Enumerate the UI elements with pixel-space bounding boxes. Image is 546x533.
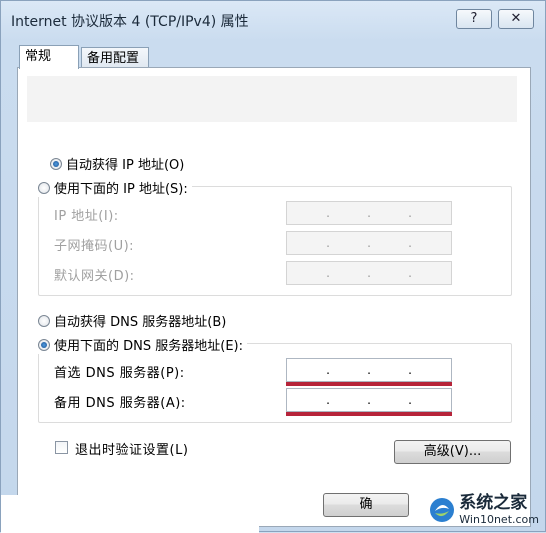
manual-dns-label: 使用下面的 DNS 服务器地址(E): — [54, 339, 243, 354]
auto-dns-option[interactable]: 自动获得 DNS 服务器地址(B) — [38, 311, 231, 330]
alternate-dns-label: 备用 DNS 服务器(A): — [54, 396, 186, 411]
advanced-button[interactable]: 高级(V)... — [394, 440, 511, 464]
close-icon: ✕ — [510, 11, 522, 26]
auto-dns-label: 自动获得 DNS 服务器地址(B) — [54, 315, 227, 330]
manual-ip-label: 使用下面的 IP 地址(S): — [54, 182, 188, 197]
auto-ip-radio[interactable] — [50, 157, 62, 170]
help-button[interactable]: ? — [456, 9, 492, 29]
validate-on-exit-label: 退出时验证设置(L) — [75, 443, 189, 458]
ok-button[interactable]: 确 — [323, 493, 409, 517]
tab-alternate-config-label: 备用配置 — [87, 51, 140, 66]
blurred-overlay — [1, 495, 259, 533]
auto-ip-option[interactable]: 自动获得 IP 地址(O) — [50, 154, 189, 173]
watermark-url: Win10net.com — [459, 513, 539, 526]
watermark-logo-icon — [430, 498, 455, 522]
manual-dns-radio[interactable] — [38, 338, 50, 351]
validate-on-exit-checkbox[interactable] — [55, 441, 68, 454]
info-description-area — [27, 76, 517, 122]
default-gateway-label: 默认网关(D): — [54, 269, 135, 284]
alternate-dns-input[interactable]: ... — [286, 388, 452, 412]
close-button[interactable]: ✕ — [498, 9, 534, 29]
default-gateway-input[interactable]: ... — [286, 261, 452, 285]
window-title: Internet 协议版本 4 (TCP/IPv4) 属性 — [11, 14, 249, 30]
site-watermark: 系统之家 Win10net.com — [429, 493, 539, 527]
general-tab-panel: 自动获得 IP 地址(O) 使用下面的 IP 地址(S): IP 地址(I): … — [17, 67, 531, 527]
subnet-mask-input[interactable]: ... — [286, 231, 452, 255]
ip-address-label: IP 地址(I): — [54, 209, 119, 224]
auto-ip-label: 自动获得 IP 地址(O) — [66, 158, 185, 173]
tab-general-label: 常规 — [25, 49, 52, 64]
ip-address-input[interactable]: ... — [286, 201, 452, 225]
tab-general[interactable]: 常规 — [19, 45, 79, 69]
watermark-title: 系统之家 — [459, 493, 528, 513]
auto-dns-radio[interactable] — [38, 314, 50, 327]
preferred-dns-label: 首选 DNS 服务器(P): — [54, 366, 185, 381]
subnet-mask-label: 子网掩码(U): — [54, 239, 135, 254]
alternate-dns-highlight — [286, 412, 452, 416]
manual-ip-radio[interactable] — [38, 181, 50, 194]
help-icon: ? — [470, 11, 478, 26]
preferred-dns-input[interactable]: ... — [286, 358, 452, 382]
manual-ip-option[interactable]: 使用下面的 IP 地址(S): — [38, 178, 192, 197]
ok-button-label: 确 — [359, 497, 373, 512]
dialog-window: Internet 协议版本 4 (TCP/IPv4) 属性 ? ✕ 常规 备用配… — [0, 0, 546, 533]
tab-alternate-config[interactable]: 备用配置 — [81, 47, 149, 69]
advanced-button-label: 高级(V)... — [423, 444, 482, 459]
manual-dns-option[interactable]: 使用下面的 DNS 服务器地址(E): — [38, 335, 247, 354]
preferred-dns-highlight — [286, 382, 452, 386]
